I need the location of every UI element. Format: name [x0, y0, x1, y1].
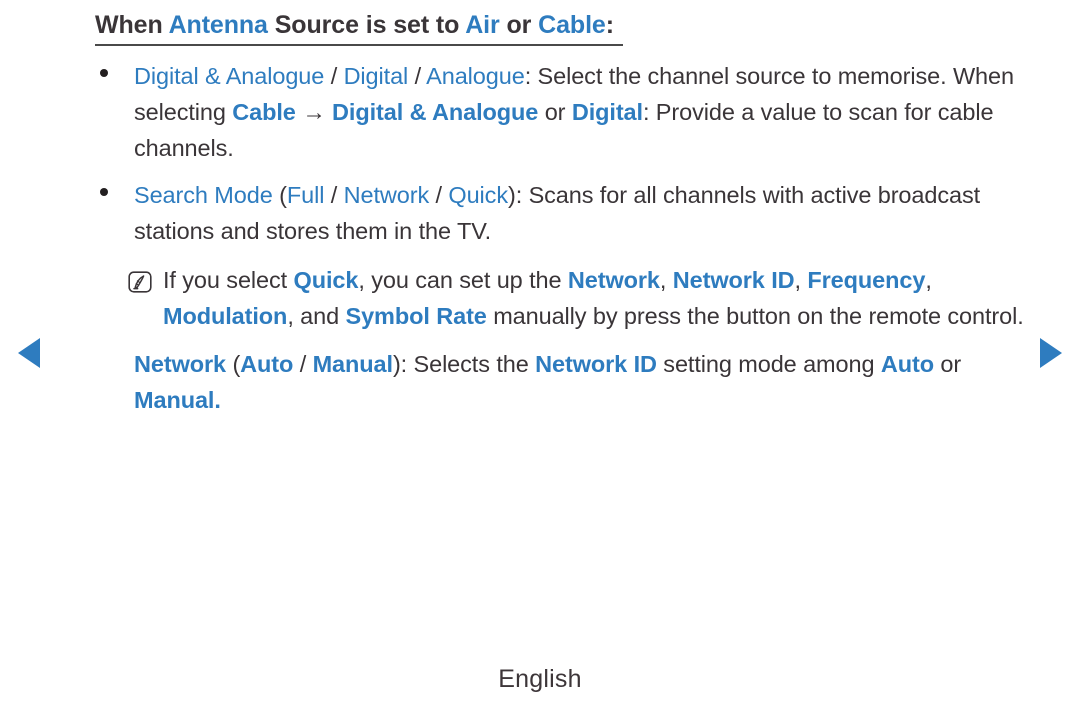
closing-paragraph-block: Network (Auto / Manual): Selects the Net…: [95, 346, 1035, 418]
footer-language-label: English: [498, 665, 582, 693]
right-triangle-icon: [1040, 338, 1062, 368]
page-title: When Antenna Source is set to Air or Cab…: [95, 11, 614, 39]
closing-paragraph-text: Network (Auto / Manual): Selects the Net…: [134, 351, 962, 413]
manual-page: When Antenna Source is set to Air or Cab…: [0, 0, 1080, 705]
page-title-block: When Antenna Source is set to Air or Cab…: [95, 10, 975, 46]
title-underline-rule: [95, 44, 623, 46]
note-block: If you select Quick, you can set up the …: [95, 262, 1035, 334]
bullet-text-channel-source: Digital & Analogue / Digital / Analogue:…: [134, 63, 1014, 161]
left-triangle-icon: [18, 338, 40, 368]
list-item: Search Mode (Full / Network / Quick): Sc…: [95, 177, 1035, 249]
previous-page-arrow[interactable]: [10, 334, 48, 372]
bullet-dot-icon: [100, 188, 108, 196]
bullet-dot-icon: [100, 69, 108, 77]
note-pen-icon: [128, 271, 152, 293]
bullet-text-search-mode: Search Mode (Full / Network / Quick): Sc…: [134, 182, 981, 244]
note-text: If you select Quick, you can set up the …: [163, 267, 1024, 329]
manual-content: Digital & Analogue / Digital / Analogue:…: [95, 58, 1035, 418]
next-page-arrow[interactable]: [1032, 334, 1070, 372]
list-item: Digital & Analogue / Digital / Analogue:…: [95, 58, 1035, 166]
